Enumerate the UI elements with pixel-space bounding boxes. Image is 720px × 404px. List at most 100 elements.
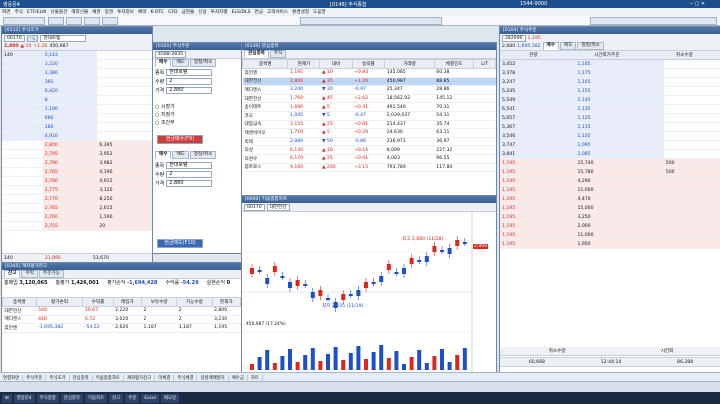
menu-item[interactable]: 신용 bbox=[196, 9, 208, 15]
bid-price[interactable]: 2,770 bbox=[42, 194, 98, 204]
stock-name[interactable]: 빅텍 bbox=[242, 137, 288, 147]
order-tab-0[interactable]: 매수 bbox=[155, 59, 172, 67]
column-header[interactable]: 현재가 bbox=[287, 59, 321, 69]
order-type-radio[interactable]: ○ 지정가 bbox=[155, 111, 239, 119]
ask-price[interactable]: 180 bbox=[42, 122, 98, 132]
menu-item[interactable]: 채권 bbox=[90, 9, 102, 15]
right-tab-1[interactable]: 매도 bbox=[560, 42, 577, 50]
taskbar-item[interactable]: 주문 bbox=[125, 393, 140, 403]
menu-item[interactable]: 고객서비스 bbox=[265, 9, 290, 15]
column-header[interactable]: 보유수량 bbox=[141, 297, 178, 307]
order-tab-1[interactable]: 매도 bbox=[172, 59, 189, 67]
ask-price[interactable]: 1,175 bbox=[575, 68, 664, 78]
holding-name[interactable]: 휴먼엔 bbox=[2, 323, 37, 333]
bid-price[interactable]: 2,795 bbox=[42, 149, 98, 159]
quick-screen-item[interactable]: 연결화면 bbox=[0, 374, 24, 381]
start-button[interactable]: ⊞ bbox=[2, 393, 12, 403]
order-field-secondary-value[interactable]: 2 bbox=[166, 171, 213, 178]
chart-name-field[interactable]: 대한전선 bbox=[266, 203, 290, 211]
bid-price[interactable]: 2,800 bbox=[42, 140, 98, 150]
quick-screen-item[interactable]: 키움종합차트 bbox=[93, 374, 124, 381]
bid-price[interactable]: 2,760 bbox=[42, 212, 98, 222]
menu-item[interactable]: ETF/ELW bbox=[25, 10, 48, 15]
ask-price[interactable]: 391 bbox=[42, 77, 98, 87]
table-row[interactable]: 코오 1,045 ▼ 5 -0.47 2,039,037 54.31 bbox=[242, 111, 496, 121]
column-header[interactable]: 수익률 bbox=[82, 297, 114, 307]
order-type-radio[interactable]: ○ 조건부 bbox=[155, 119, 239, 127]
balance-tab-2[interactable]: 주문가능 bbox=[38, 270, 64, 278]
menu-item[interactable]: ELS/DLS bbox=[230, 10, 253, 15]
stock-name[interactable]: 덕성 bbox=[242, 145, 288, 155]
quick-screen-item[interactable]: 주식호가 bbox=[46, 374, 70, 381]
bid-price[interactable]: 1,195 bbox=[500, 203, 576, 213]
menu-item[interactable]: CFD bbox=[166, 10, 179, 15]
column-header[interactable]: 종목명 bbox=[2, 297, 37, 307]
holding-name[interactable]: 대한전선 bbox=[2, 306, 37, 316]
order-type-radio[interactable]: ○ 시장가 bbox=[155, 103, 239, 111]
menu-item[interactable]: 화면 bbox=[0, 9, 12, 15]
ask-price[interactable]: 660 bbox=[42, 113, 98, 123]
ask-price[interactable]: 1,155 bbox=[575, 86, 664, 96]
table-row[interactable]: 송이테트 1,690 ▲ 5 +0.31 491,546 70.31 bbox=[242, 102, 496, 112]
column-header[interactable]: 체결강도 bbox=[433, 59, 475, 69]
ask-price[interactable]: 1,125 bbox=[575, 113, 664, 123]
ask-price[interactable]: 1,386 bbox=[42, 68, 98, 78]
ask-price[interactable]: 1,085 bbox=[575, 149, 664, 159]
ask-price[interactable]: 3,220 bbox=[42, 59, 98, 69]
bid-price[interactable]: 1,195 bbox=[500, 230, 576, 240]
menu-item[interactable]: 예약 bbox=[136, 9, 148, 15]
table-row[interactable]: 대한전선 1,760 ▲ 45 +2.62 18,562,92 145.12 bbox=[242, 94, 496, 104]
table-row[interactable]: 덕성우 6,170 ▲ 25 +0.41 4,003 96.55 bbox=[242, 154, 496, 164]
account-input[interactable]: 4588-2835 bbox=[155, 50, 187, 58]
quick-screen-item[interactable]: 미체결 bbox=[155, 374, 175, 381]
menu-item[interactable]: 주식 bbox=[12, 9, 24, 15]
bid-price[interactable]: 1,195 bbox=[500, 221, 576, 231]
quick-screen-item[interactable]: 주식주문 bbox=[23, 374, 47, 381]
ask-price[interactable]: 1,095 bbox=[575, 140, 664, 150]
ask-price[interactable]: 1,190 bbox=[42, 104, 98, 114]
watch-tab-1[interactable]: 주식 bbox=[269, 50, 287, 58]
order-tab-secondary-2[interactable]: 정정/취소 bbox=[189, 151, 217, 159]
bid-price[interactable]: 1,195 bbox=[500, 167, 576, 177]
taskbar-item[interactable]: 관심종목 bbox=[60, 393, 83, 403]
stock-name[interactable]: 컴트로스 bbox=[242, 163, 288, 173]
column-header[interactable]: 현재가 bbox=[211, 297, 241, 307]
bid-price[interactable]: 2,785 bbox=[42, 167, 98, 177]
column-header[interactable]: 대비 bbox=[319, 59, 353, 69]
quick-screen-item[interactable]: 관심종목 bbox=[70, 374, 93, 381]
table-row[interactable]: 메디엔스 440 6.72 3,020 2 2 3,230 bbox=[2, 315, 241, 325]
stock-name[interactable]: 제엔비아오 bbox=[242, 128, 288, 138]
menu-item[interactable]: 증권 bbox=[103, 9, 115, 15]
ask-price[interactable]: 6,420 bbox=[42, 86, 98, 96]
table-row[interactable]: 휴먼엔 -1,695,382 -54.52 2,620 1,187 1,187 1,195 bbox=[2, 323, 241, 333]
table-row[interactable]: 덕성 6,130 ▲ 10 +0.16 8,099 227.32 bbox=[242, 145, 496, 155]
taskbar-item[interactable]: 메모장 bbox=[160, 393, 180, 403]
quick-screen-item[interactable]: 주식체결 bbox=[174, 374, 198, 381]
lock-icon[interactable] bbox=[102, 17, 118, 25]
stock-name[interactable]: 대한전선 bbox=[242, 77, 288, 87]
watch-tab-0[interactable]: 관심종목 bbox=[244, 50, 269, 58]
order-field-secondary-value[interactable]: 2,880 bbox=[166, 180, 213, 187]
right-tab-2[interactable]: 정정/취소 bbox=[577, 42, 604, 50]
menu-item[interactable]: 환경설정 bbox=[290, 9, 311, 15]
right-code-input[interactable]: 282690 bbox=[502, 34, 526, 42]
order-field-secondary-value[interactable]: 현대로템 bbox=[166, 162, 213, 169]
taskbar-item[interactable]: 키움차트 bbox=[84, 393, 108, 403]
bid-price[interactable]: 1,195 bbox=[500, 239, 576, 249]
menu-item[interactable]: 해외선물 bbox=[69, 9, 90, 15]
table-row[interactable]: 컴트로스 9,160 ▲ 200 +3.15 793,789 117.80 bbox=[242, 163, 496, 173]
ask-price[interactable]: 1,115 bbox=[575, 122, 664, 132]
column-header[interactable]: 매입가 bbox=[112, 297, 143, 307]
table-row[interactable]: 대한전선 2,800 ▲ 35 +1.26 450,987 88.85 bbox=[242, 77, 496, 87]
menu-item[interactable]: 도움말 bbox=[311, 9, 328, 15]
table-row[interactable]: 메디엔스 3,240 ▼ 30 -0.97 25,347 28.86 bbox=[242, 85, 496, 95]
menu-item[interactable]: 금현물 bbox=[180, 9, 197, 15]
bid-price[interactable]: 2,755 bbox=[42, 221, 98, 231]
bid-price[interactable]: 2,790 bbox=[42, 158, 98, 168]
bid-price[interactable]: 2,775 bbox=[42, 185, 98, 195]
quick-screen-item[interactable]: 차트 bbox=[248, 374, 263, 381]
ask-price[interactable]: 1,135 bbox=[575, 104, 664, 114]
quick-screen-item[interactable]: 예수금 bbox=[229, 374, 248, 381]
menu-item[interactable]: 투자정보 bbox=[115, 9, 136, 15]
taskbar-item[interactable]: Excel bbox=[141, 393, 159, 403]
